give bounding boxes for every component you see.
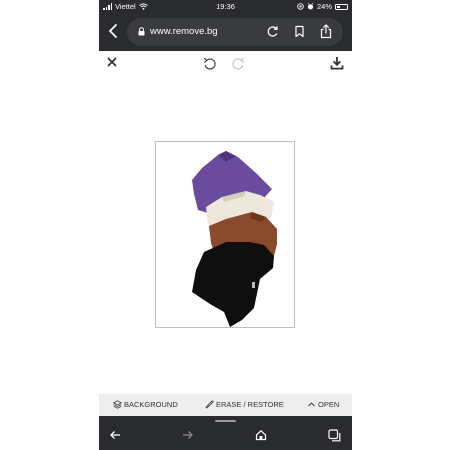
black-tshirt [192, 242, 274, 327]
brush-icon [205, 400, 214, 409]
redo-icon[interactable] [231, 57, 245, 70]
close-icon[interactable] [107, 57, 117, 67]
url-field[interactable]: www.remove.bg [127, 18, 343, 46]
drag-handle[interactable] [215, 420, 236, 422]
share-icon[interactable] [320, 24, 332, 39]
open-tool[interactable]: OPEN [307, 400, 339, 409]
alarm-icon [307, 3, 314, 10]
reload-icon[interactable] [266, 25, 279, 38]
background-label: BACKGROUND [124, 400, 178, 409]
back-arrow-icon[interactable] [109, 429, 121, 441]
image-canvas[interactable] [155, 141, 295, 328]
status-right-group: 24% [297, 2, 348, 11]
download-icon[interactable] [330, 56, 344, 70]
browser-address-bar: www.remove.bg [99, 13, 352, 51]
browser-bottom-bar [99, 416, 352, 450]
battery-icon [335, 3, 348, 10]
lock-icon [138, 27, 145, 36]
forward-arrow-icon[interactable] [182, 429, 194, 441]
erase-restore-label: ERASE / RESTORE [216, 400, 284, 409]
status-bar: Viettel 19:36 24% [99, 0, 352, 13]
undo-icon[interactable] [203, 57, 217, 70]
url-text: www.remove.bg [150, 26, 218, 37]
product-image [192, 151, 277, 327]
orientation-lock-icon [297, 3, 304, 10]
phone-screen: Viettel 19:36 24% www.remove.bg BACKGROU… [99, 0, 352, 450]
layers-icon [113, 400, 122, 409]
editor-tools-bar: BACKGROUND ERASE / RESTORE OPEN [99, 394, 352, 416]
background-tool[interactable]: BACKGROUND [113, 400, 178, 409]
home-icon[interactable] [255, 429, 267, 441]
chevron-up-icon [308, 402, 315, 407]
tabs-icon[interactable] [328, 429, 341, 442]
back-chevron-icon[interactable] [106, 22, 120, 40]
battery-percent: 24% [316, 2, 332, 11]
erase-restore-tool[interactable]: ERASE / RESTORE [205, 400, 284, 409]
bookmark-icon[interactable] [294, 25, 305, 38]
open-label: OPEN [318, 400, 340, 409]
